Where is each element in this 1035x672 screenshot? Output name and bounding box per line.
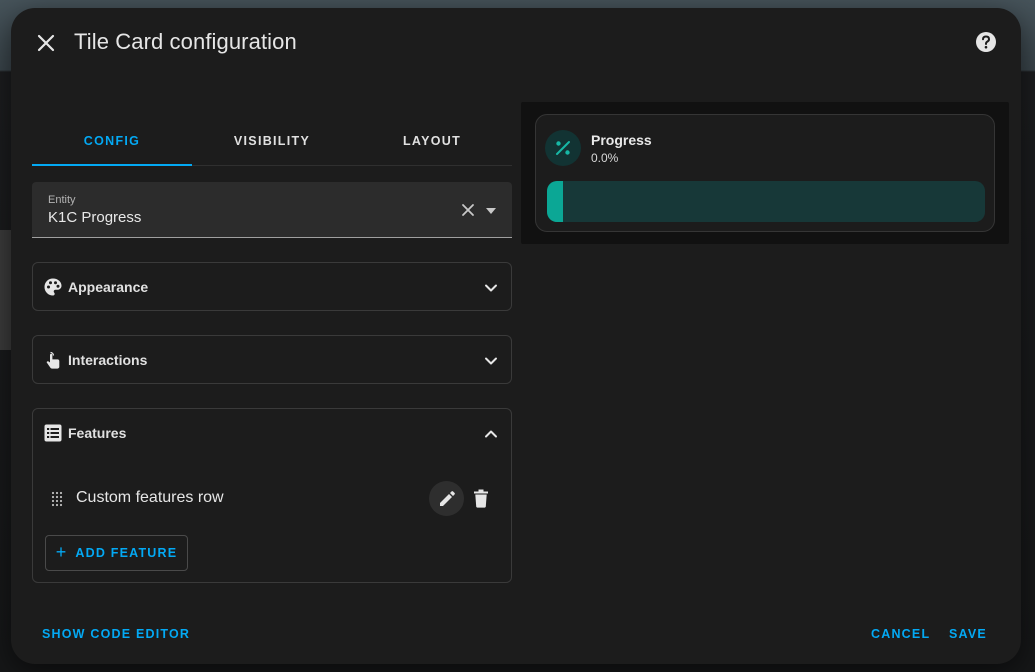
card-preview: Progress 0.0% — [521, 102, 1009, 244]
entity-label: Entity — [48, 194, 76, 206]
tab-bar: CONFIG VISIBILITY LAYOUT — [32, 116, 512, 166]
features-label: Features — [68, 425, 127, 441]
percent-circle-icon — [556, 141, 570, 155]
chevron-down-icon — [485, 284, 497, 292]
dropdown-arrow-icon[interactable] — [484, 206, 498, 216]
cancel-button[interactable]: CANCEL — [871, 627, 930, 641]
clear-icon[interactable] — [460, 202, 476, 218]
close-button[interactable] — [31, 28, 61, 58]
tile-card-dialog: Tile Card configuration CONFIG VISIBILIT… — [11, 8, 1021, 664]
delete-feature-button[interactable] — [471, 488, 491, 508]
tile-name: Progress — [591, 132, 652, 148]
help-circle-icon — [976, 32, 996, 52]
list-box-icon — [44, 424, 62, 442]
close-icon — [37, 34, 55, 52]
appearance-label: Appearance — [68, 279, 149, 295]
entity-value: K1C Progress — [48, 209, 142, 226]
edit-feature-button[interactable] — [429, 481, 464, 516]
progress-bar-fill — [547, 181, 563, 222]
save-button[interactable]: SAVE — [949, 627, 987, 641]
add-feature-button[interactable]: + ADD FEATURE — [45, 535, 188, 571]
plus-icon: + — [55, 542, 68, 562]
dialog-header: Tile Card configuration — [11, 8, 1021, 78]
drag-handle-icon[interactable] — [51, 491, 63, 507]
feature-row-label: Custom features row — [76, 489, 224, 506]
gesture-tap-icon — [46, 351, 60, 369]
show-code-editor-button[interactable]: SHOW CODE EDITOR — [42, 627, 190, 641]
pencil-icon — [439, 490, 455, 506]
progress-bar[interactable] — [547, 181, 985, 222]
interactions-label: Interactions — [68, 352, 148, 368]
tile-card[interactable]: Progress 0.0% — [535, 114, 995, 232]
tile-icon-button[interactable] — [545, 130, 581, 166]
appearance-expander[interactable]: Appearance — [32, 262, 512, 311]
features-expander: Features Custom features row + ADD FEATU… — [32, 408, 512, 583]
add-feature-label: ADD FEATURE — [75, 546, 178, 560]
chevron-up-icon — [485, 430, 497, 438]
tab-visibility[interactable]: VISIBILITY — [192, 116, 352, 165]
interactions-expander[interactable]: Interactions — [32, 335, 512, 384]
tile-state: 0.0% — [591, 151, 619, 165]
tab-config[interactable]: CONFIG — [32, 116, 192, 166]
chevron-down-icon — [485, 357, 497, 365]
trash-icon — [474, 489, 488, 508]
palette-icon — [44, 278, 62, 296]
tab-layout[interactable]: LAYOUT — [352, 116, 512, 165]
entity-picker[interactable]: Entity K1C Progress — [32, 182, 512, 238]
help-button[interactable] — [975, 31, 997, 53]
feature-row: Custom features row — [33, 479, 511, 519]
features-header[interactable]: Features — [33, 409, 511, 457]
editor-panel: CONFIG VISIBILITY LAYOUT Entity K1C Prog… — [32, 116, 512, 583]
dialog-title: Tile Card configuration — [74, 29, 297, 54]
